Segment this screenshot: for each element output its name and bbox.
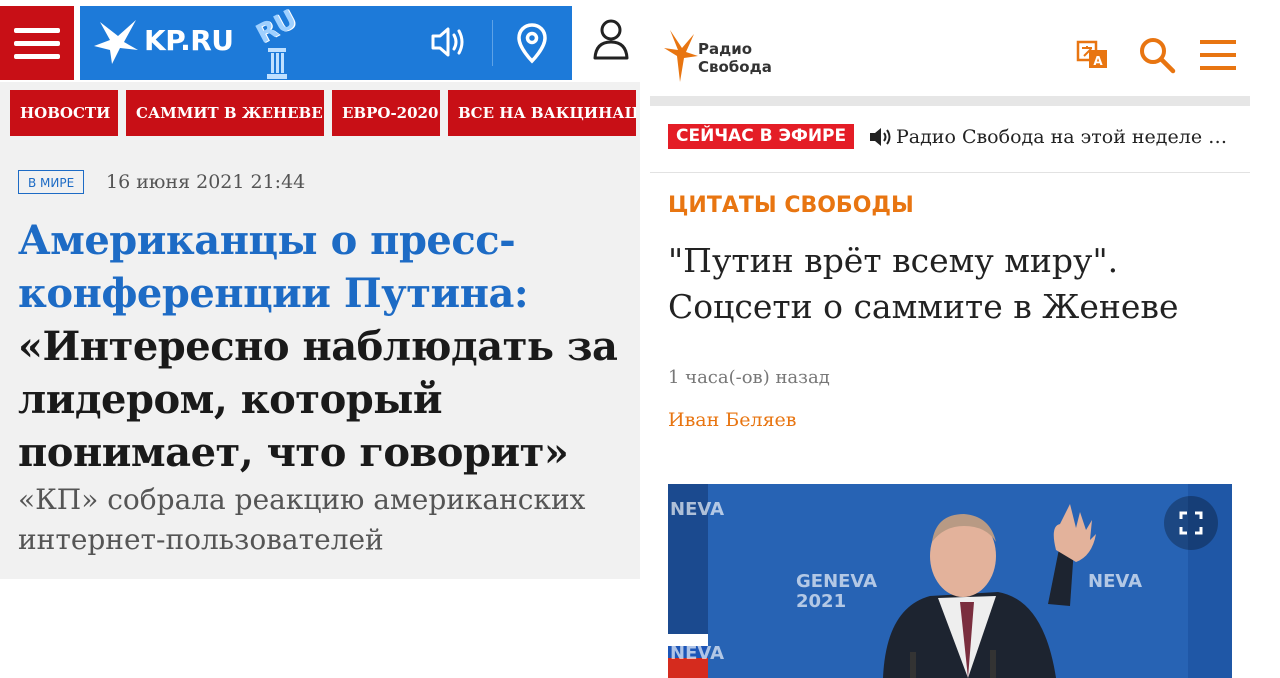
backdrop-text: GENEVA: [796, 571, 878, 592]
published-time: 1 часа(-ов) назад: [668, 367, 830, 388]
kp-screen: KP.RU RU НОВОСТИ САММИТ В ЖЕНЕВЕ ЕВРО-20…: [0, 0, 640, 678]
user-icon[interactable]: [592, 18, 630, 60]
backdrop-text: NEVA: [1088, 571, 1142, 592]
radio-svoboda-logo-icon[interactable]: [660, 26, 700, 84]
translate-icon[interactable]: A: [1076, 38, 1110, 72]
expand-icon: [1179, 511, 1203, 535]
article-headline[interactable]: "Путин врёт всему миру". Соцсети о самми…: [668, 238, 1228, 330]
location-pin-icon[interactable]: [516, 22, 548, 64]
article-title[interactable]: Американцы о пресс-конференции Путина: «…: [18, 214, 628, 479]
nav-item-news[interactable]: НОВОСТИ: [10, 90, 118, 136]
rubric-tag[interactable]: В МИРЕ: [18, 170, 85, 194]
header-divider: [650, 96, 1250, 106]
backdrop-text: 2021: [796, 591, 847, 612]
logo-line-2: Свобода: [698, 58, 772, 76]
article-title-blue: Американцы о пресс-конференции Путина:: [18, 217, 529, 317]
kp-ru-badge: RU: [251, 4, 302, 50]
menu-icon-bar: [1200, 66, 1236, 70]
article-photo[interactable]: NEVA GENEVA 2021 NEVA NEVA: [668, 484, 1232, 678]
nav-item-euro-2020[interactable]: ЕВРО-2020: [332, 90, 440, 136]
rs-menu-button[interactable]: [1200, 40, 1236, 70]
expand-button[interactable]: [1164, 496, 1218, 550]
menu-icon-bar: [14, 40, 60, 46]
column-icon: [267, 48, 287, 79]
nav-item-vaccination[interactable]: ВСЕ НА ВАКЦИНАЦИЮ: [448, 90, 636, 136]
article-lead: «КП» собрала реакцию американских интерн…: [18, 483, 586, 556]
backdrop-text: NEVA: [670, 643, 724, 664]
menu-icon-bar: [1200, 40, 1236, 44]
header-divider: [492, 20, 493, 66]
kp-header-bar: KP.RU RU: [80, 4, 572, 80]
radio-svoboda-logo-text[interactable]: Радио Свобода: [698, 40, 772, 76]
kp-menu-button[interactable]: [0, 6, 74, 80]
live-program-title[interactable]: Радио Свобода на этой неделе …: [896, 124, 1236, 150]
search-icon[interactable]: [1138, 36, 1176, 74]
nav-item-geneva-summit[interactable]: САММИТ В ЖЕНЕВЕ: [126, 90, 324, 136]
rs-screen: Радио Свобода A СЕЙЧАС В ЭФИРЕ Радио Сво…: [650, 0, 1280, 678]
svg-text:A: A: [1093, 54, 1103, 68]
speaker-icon[interactable]: [868, 126, 894, 148]
kp-article-card: В МИРЕ 16 июня 2021 21:44 Американцы о п…: [0, 142, 640, 579]
section-divider: [650, 172, 1250, 173]
photo-scene: [668, 484, 1232, 678]
sound-icon[interactable]: [430, 24, 470, 60]
section-label[interactable]: ЦИТАТЫ СВОБОДЫ: [668, 192, 914, 220]
menu-icon-bar: [14, 53, 60, 59]
author-link[interactable]: Иван Беляев: [668, 408, 797, 432]
backdrop-text: NEVA: [670, 499, 724, 520]
article-title-quote: «Интересно наблюдать за лидером, который…: [18, 323, 618, 476]
kp-nav-bar: НОВОСТИ САММИТ В ЖЕНЕВЕ ЕВРО-2020 ВСЕ НА…: [0, 82, 640, 142]
logo-line-1: Радио: [698, 40, 753, 58]
kp-logo-text[interactable]: KP.RU: [144, 24, 234, 57]
menu-icon-bar: [14, 27, 60, 33]
article-date: 16 июня 2021 21:44: [106, 171, 306, 193]
kp-bird-logo-icon[interactable]: [90, 16, 142, 68]
live-badge[interactable]: СЕЙЧАС В ЭФИРЕ: [668, 124, 855, 149]
menu-icon-bar: [1200, 53, 1236, 57]
